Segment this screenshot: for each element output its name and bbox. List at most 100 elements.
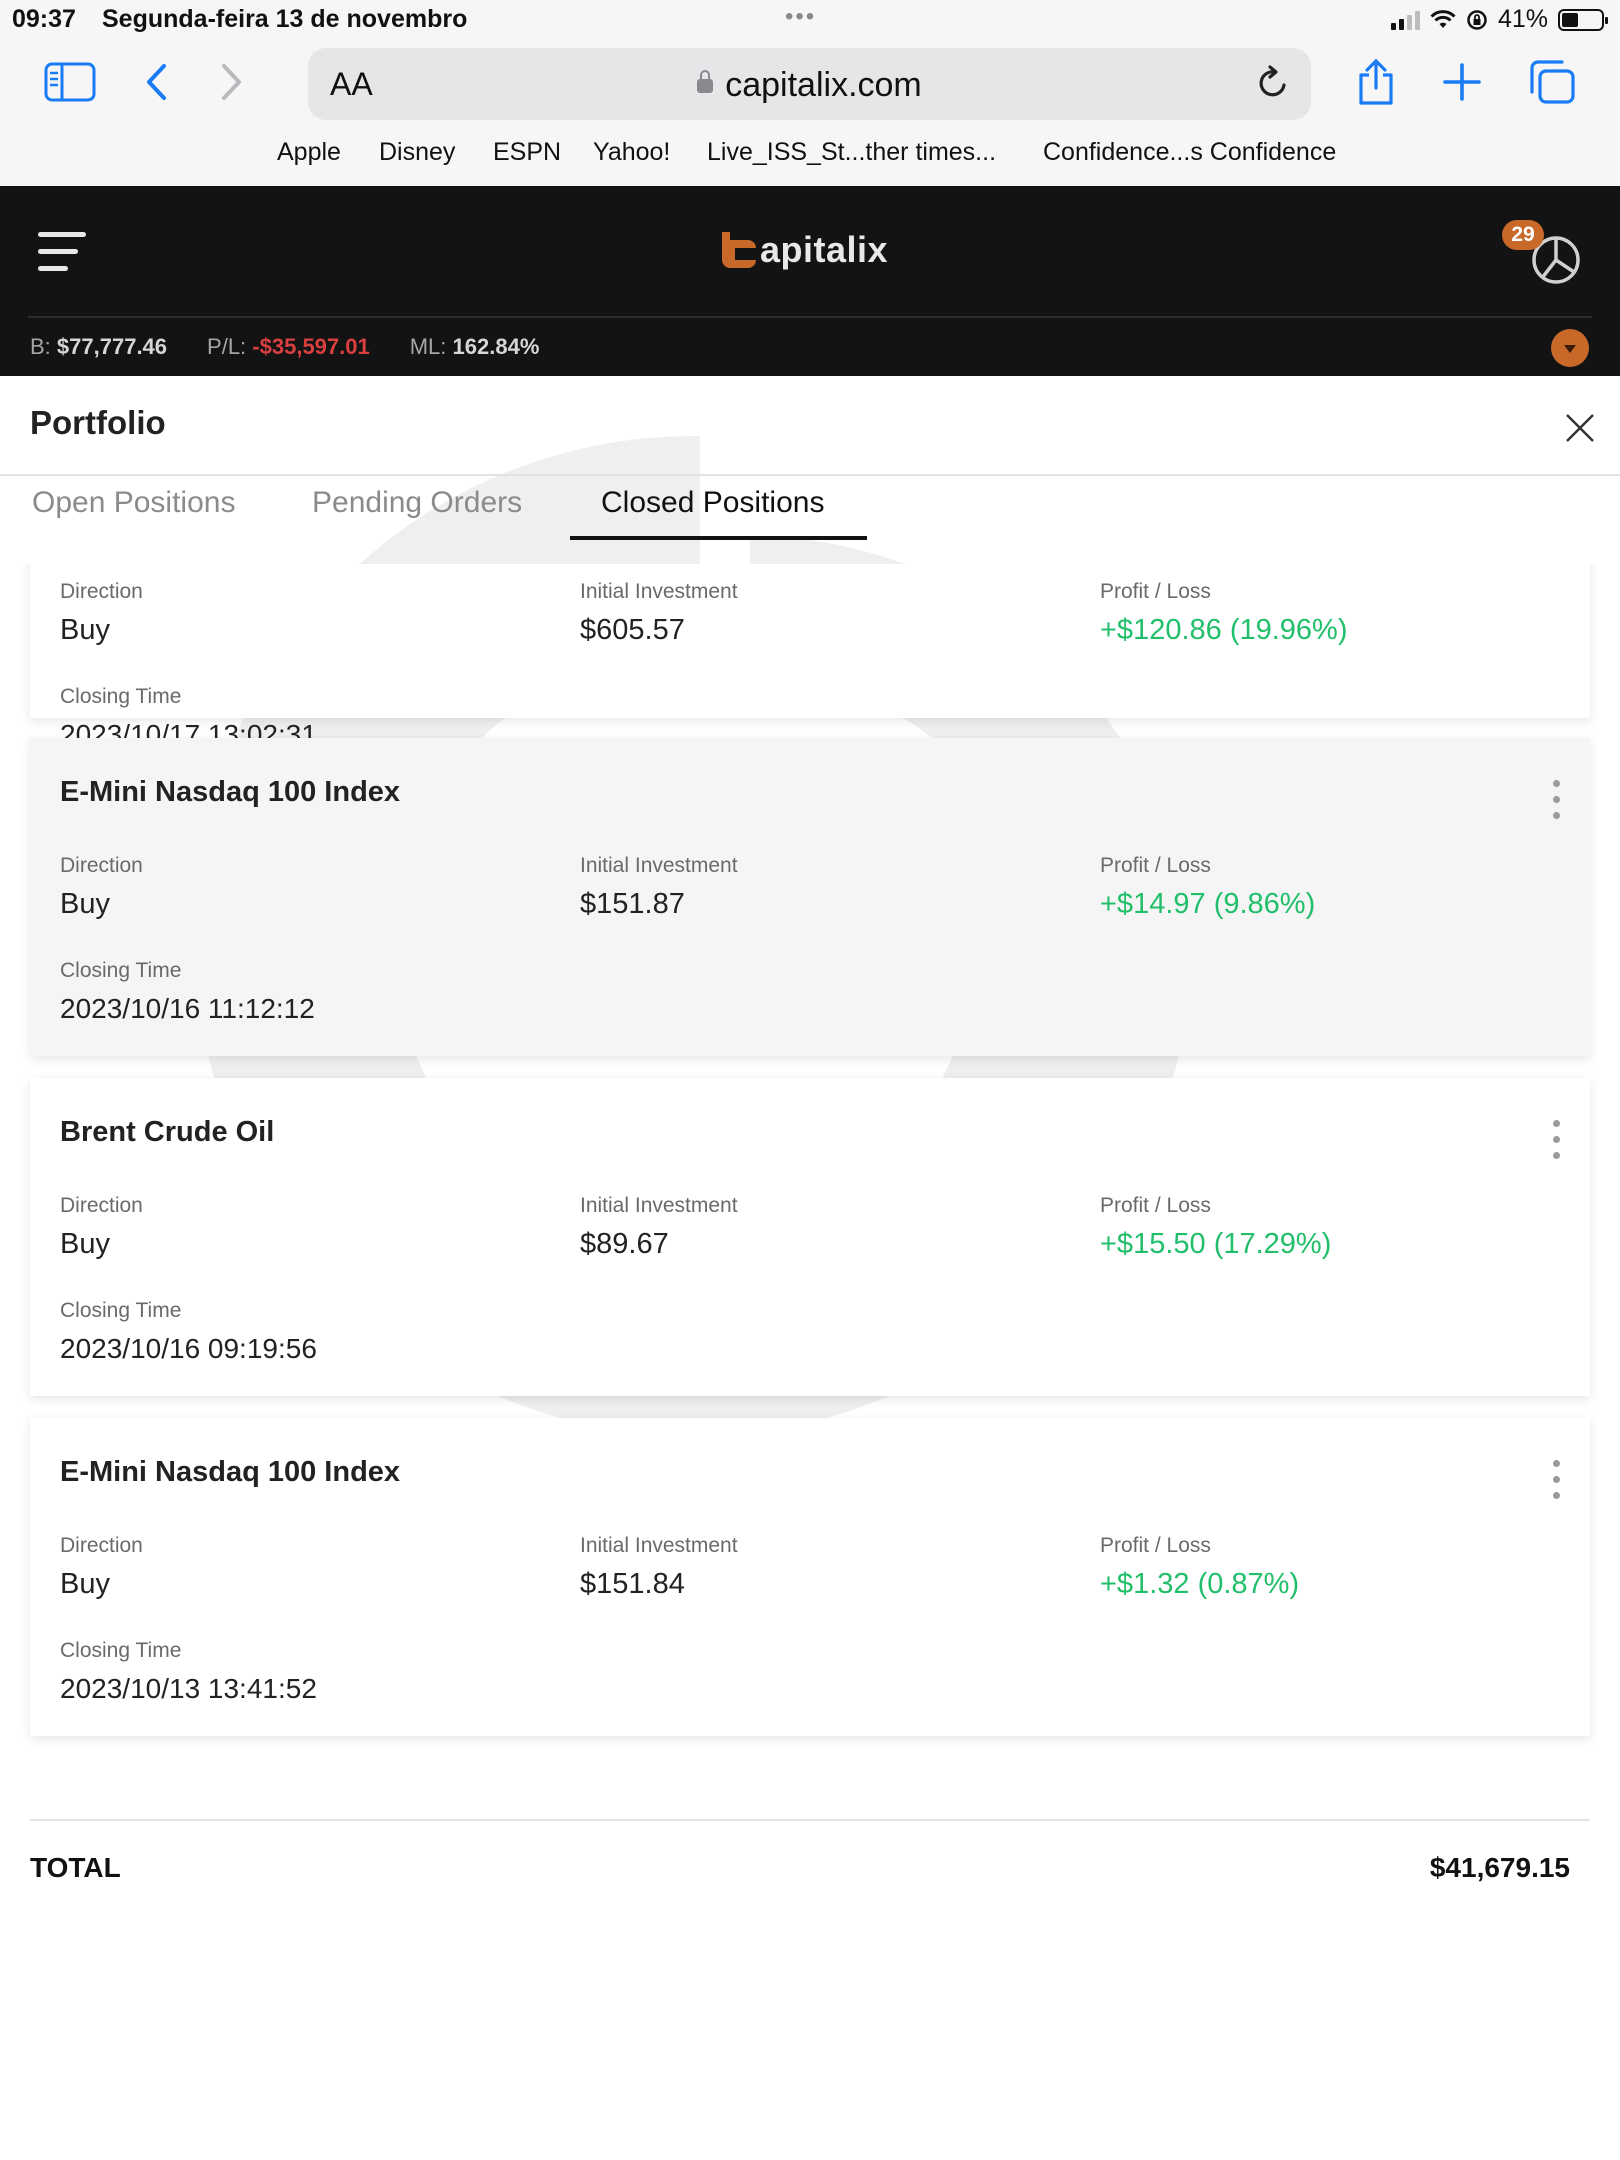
- bookmark-link[interactable]: ESPN: [493, 138, 561, 167]
- url-text: capitalix.com: [725, 66, 922, 104]
- direction-label: Direction: [60, 1534, 143, 1557]
- bookmark-link[interactable]: Live_ISS_St...ther times...: [707, 138, 996, 167]
- browser-chrome: 09:37 Segunda-feira 13 de novembro ••• 4…: [0, 0, 1620, 186]
- profit-loss-label: Profit / Loss: [1100, 580, 1211, 603]
- menu-button[interactable]: [38, 232, 86, 272]
- app-header: apitalix 29 B: $77,777.46 P/L: -$35,597.…: [0, 186, 1620, 376]
- status-date: Segunda-feira 13 de novembro: [102, 5, 468, 33]
- more-options-icon[interactable]: [1550, 1120, 1562, 1164]
- direction-label: Direction: [60, 580, 143, 603]
- position-card[interactable]: E-Mini Nasdaq 100 Index Direction Buy In…: [30, 1418, 1590, 1736]
- back-button[interactable]: [126, 56, 186, 108]
- header-divider: [28, 316, 1592, 318]
- investment-value: $151.87: [580, 888, 685, 920]
- closing-time-label: Closing Time: [60, 959, 182, 982]
- direction-value: Buy: [60, 1228, 110, 1260]
- battery-percent: 41%: [1497, 5, 1548, 33]
- orientation-lock-icon: [1467, 9, 1487, 30]
- logo-text: apitalix: [760, 229, 889, 270]
- account-stats: B: $77,777.46 P/L: -$35,597.01 ML: 162.8…: [30, 334, 539, 360]
- profit-loss-label: Profit / Loss: [1100, 1194, 1211, 1217]
- bookmark-link[interactable]: Apple: [277, 138, 341, 167]
- tabs-icon: [1530, 60, 1575, 104]
- profit-loss-value: +$120.86 (19.96%): [1100, 614, 1348, 646]
- total-label: TOTAL: [30, 1852, 121, 1883]
- investment-label: Initial Investment: [580, 580, 738, 603]
- closing-time-label: Closing Time: [60, 1639, 182, 1662]
- investment-value: $151.84: [580, 1568, 685, 1600]
- tab-open-positions[interactable]: Open Positions: [32, 486, 235, 520]
- favorites-bar: Apple Disney ESPN Yahoo! Live_ISS_St...t…: [0, 138, 1620, 174]
- tab-pending-orders[interactable]: Pending Orders: [312, 486, 522, 520]
- instrument-name: Brent Crude Oil: [60, 1116, 275, 1148]
- new-tab-button[interactable]: [1432, 56, 1492, 108]
- profit-loss-value: +$1.32 (0.87%): [1100, 1568, 1300, 1600]
- more-options-icon[interactable]: [1550, 1460, 1562, 1504]
- portfolio-button[interactable]: 29: [1502, 220, 1582, 290]
- investment-label: Initial Investment: [580, 1194, 738, 1217]
- forward-button[interactable]: [202, 56, 262, 108]
- balance-stat: B: $77,777.46: [30, 334, 168, 359]
- position-card[interactable]: Brent Crude Oil Direction Buy Initial In…: [30, 1078, 1590, 1396]
- profit-loss-label: Profit / Loss: [1100, 1534, 1211, 1557]
- margin-level-stat: ML: 162.84%: [409, 334, 540, 359]
- wifi-icon: [1430, 9, 1456, 28]
- direction-label: Direction: [60, 1194, 143, 1217]
- status-bar: 09:37 Segunda-feira 13 de novembro ••• 4…: [0, 0, 1620, 40]
- battery-icon: [1558, 8, 1608, 31]
- position-card[interactable]: E-Mini Nasdaq 100 Index Direction Buy In…: [30, 738, 1590, 1056]
- bookmark-link[interactable]: Yahoo!: [593, 138, 670, 167]
- profit-loss-label: Profit / Loss: [1100, 854, 1211, 877]
- chevron-left-icon: [147, 64, 166, 100]
- investment-label: Initial Investment: [580, 1534, 738, 1557]
- active-tab-indicator: [570, 536, 867, 540]
- share-icon: [1359, 59, 1393, 105]
- investment-value: $89.67: [580, 1228, 669, 1260]
- closed-positions-list: Direction Buy Initial Investment $605.57…: [0, 564, 1620, 1790]
- tabs-overview-button[interactable]: [1522, 56, 1582, 108]
- closing-time-label: Closing Time: [60, 1299, 182, 1322]
- profit-loss-value: +$14.97 (9.86%): [1100, 888, 1316, 920]
- bookmark-link[interactable]: Disney: [379, 138, 455, 167]
- profit-loss-value: +$15.50 (17.29%): [1100, 1228, 1332, 1260]
- more-options-icon[interactable]: [1550, 780, 1562, 824]
- multitasking-dots-icon[interactable]: •••: [785, 3, 816, 31]
- closing-time-value: 2023/10/13 13:41:52: [60, 1673, 317, 1704]
- stats-expand-button[interactable]: [1551, 329, 1589, 367]
- closing-time-value: 2023/10/16 11:12:12: [60, 993, 315, 1024]
- plus-icon: [1443, 63, 1481, 101]
- direction-value: Buy: [60, 888, 110, 920]
- closing-time-value: 2023/10/16 09:19:56: [60, 1333, 317, 1364]
- profit-loss-stat: P/L: -$35,597.01: [207, 334, 370, 359]
- sidebar-icon: [44, 62, 96, 102]
- instrument-name: E-Mini Nasdaq 100 Index: [60, 776, 401, 808]
- investment-value: $605.57: [580, 614, 685, 646]
- close-icon[interactable]: [1564, 412, 1596, 444]
- position-card[interactable]: Direction Buy Initial Investment $605.57…: [30, 564, 1590, 750]
- portfolio-panel: Portfolio Open Positions Pending Orders …: [0, 376, 1620, 2160]
- total-value: $41,679.15: [1429, 1852, 1570, 1883]
- sidebar-toggle-button[interactable]: [40, 56, 100, 108]
- closing-time-label: Closing Time: [60, 685, 182, 708]
- direction-value: Buy: [60, 1568, 110, 1600]
- total-divider: [30, 1819, 1590, 1821]
- instrument-name: E-Mini Nasdaq 100 Index: [60, 1456, 401, 1488]
- notification-badge: 29: [1502, 220, 1544, 250]
- tab-closed-positions[interactable]: Closed Positions: [601, 486, 824, 520]
- share-button[interactable]: [1346, 56, 1406, 108]
- bookmark-link[interactable]: Confidence...s Confidence: [1043, 138, 1336, 167]
- lock-icon: [697, 70, 714, 93]
- chevron-right-icon: [222, 64, 241, 100]
- cellular-signal-icon: [1390, 10, 1420, 30]
- logo-mark-icon: [722, 232, 756, 268]
- investment-label: Initial Investment: [580, 854, 738, 877]
- panel-title: Portfolio: [30, 404, 166, 441]
- browser-toolbar: AA capitalix.com: [0, 46, 1620, 122]
- direction-value: Buy: [60, 614, 110, 646]
- direction-label: Direction: [60, 854, 143, 877]
- portfolio-tabs: Open Positions Pending Orders Closed Pos…: [0, 476, 1620, 540]
- status-time: 09:37: [12, 5, 76, 33]
- capitalix-logo[interactable]: apitalix: [718, 222, 888, 278]
- address-bar[interactable]: AA capitalix.com: [308, 48, 1311, 120]
- reload-icon[interactable]: [1255, 64, 1291, 102]
